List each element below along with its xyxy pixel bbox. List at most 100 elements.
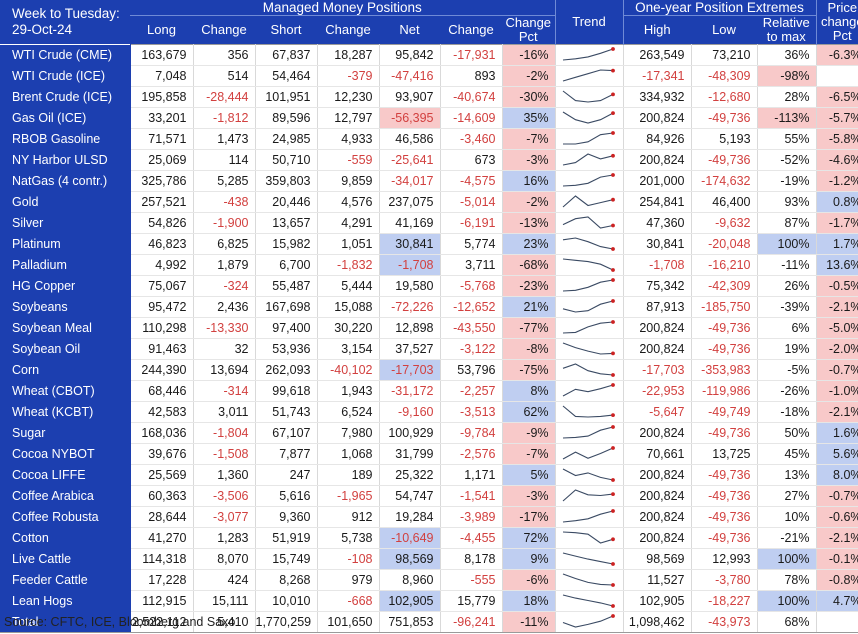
cell-trend-sparkline: [555, 527, 624, 549]
cell-trend-sparkline: [555, 422, 624, 444]
cell-net-change: -3,460: [440, 128, 503, 150]
cell-price-change-pct: -1.7%: [816, 212, 858, 234]
row-label-brent-crude-ice: Brent Crude (ICE): [0, 86, 131, 108]
cell-trend-sparkline: [555, 338, 624, 360]
sparkline-endpoint-dot: [610, 383, 615, 387]
cell-trend-sparkline: [555, 317, 624, 339]
cell-low: 13,725: [691, 443, 758, 465]
sparkline-svg: [562, 258, 615, 272]
cell-long-change: 8,070: [193, 548, 256, 570]
cell-net-change: -12,652: [440, 296, 503, 318]
sparkline-endpoint-dot: [610, 425, 615, 429]
cell-change-pct: -11%: [502, 611, 556, 633]
cell-net-change: 15,779: [440, 590, 503, 612]
cell-change-pct: -6%: [502, 569, 556, 591]
cell-relative-to-max: 100%: [757, 590, 817, 612]
cell-high: 30,841: [623, 233, 692, 255]
sparkline-endpoint-dot: [610, 351, 615, 356]
cell-relative-to-max: 36%: [757, 44, 817, 66]
table-row: WTI Crude (CME) 163,679 356 67,837 18,287 95,…: [0, 44, 858, 66]
cell-price-change-pct: -1.0%: [816, 380, 858, 402]
cell-net-change: -43,550: [440, 317, 503, 339]
row-label-corn: Corn: [0, 359, 131, 381]
cell-short-change: 4,933: [317, 128, 380, 150]
cell-low: 5,193: [691, 128, 758, 150]
source-note: Source: CFTC, ICE, Bloomberg and Saxo: [4, 615, 236, 629]
cell-long-change: -1,812: [193, 107, 256, 129]
cell-short: 8,268: [255, 569, 318, 591]
cell-high: 200,824: [623, 107, 692, 129]
cell-relative-to-max: 68%: [757, 611, 817, 633]
sparkline-svg: [562, 111, 615, 124]
cell-low: -49,736: [691, 527, 758, 549]
cell-low: -119,986: [691, 380, 758, 402]
cell-trend-sparkline: [555, 296, 624, 318]
cell-price-change-pct: -0.7%: [816, 359, 858, 381]
cell-short-change: 6,524: [317, 401, 380, 423]
header-row-groups: Week to Tuesday: 29-Oct-24 Managed Money…: [0, 0, 858, 45]
cell-trend-sparkline: [555, 65, 624, 87]
cell-trend-sparkline: [555, 212, 624, 234]
cell-relative-to-max: 45%: [757, 443, 817, 465]
cell-change-pct: -7%: [502, 443, 556, 465]
cell-long: 60,363: [130, 485, 194, 507]
cell-trend-sparkline: [555, 590, 624, 612]
cell-short-change: 18,287: [317, 44, 380, 66]
cell-short: 1,770,259: [255, 611, 318, 633]
cell-short: 13,657: [255, 212, 318, 234]
cell-short: 97,400: [255, 317, 318, 339]
sparkline-path: [562, 216, 613, 229]
cell-low: 12,993: [691, 548, 758, 570]
cell-short-change: 101,650: [317, 611, 380, 633]
sparkline-path: [562, 594, 613, 607]
cell-high: 200,824: [623, 485, 692, 507]
cell-short: 89,596: [255, 107, 318, 129]
cell-short: 51,919: [255, 527, 318, 549]
cell-change-pct: -13%: [502, 212, 556, 234]
cell-change-pct: -77%: [502, 317, 556, 339]
cell-short-change: 15,088: [317, 296, 380, 318]
cell-short-change: 9,859: [317, 170, 380, 192]
sparkline-endpoint-dot: [610, 111, 615, 115]
cell-high: 200,824: [623, 149, 692, 171]
row-label-cocoa-nybot: Cocoa NYBOT: [0, 443, 131, 465]
table-row: Cotton 41,270 1,283 51,919 5,738 -10,649 -4,45…: [0, 527, 858, 549]
cell-high: 200,824: [623, 464, 692, 486]
cell-long-change: 1,879: [193, 254, 256, 276]
cell-long-change: 514: [193, 65, 256, 87]
cell-change-pct: -75%: [502, 359, 556, 381]
cell-short-change: 1,051: [317, 233, 380, 255]
cell-long: 244,390: [130, 359, 194, 381]
cell-price-change-pct: -2.1%: [816, 401, 858, 423]
sparkline-endpoint-dot: [610, 131, 615, 135]
sparkline-svg: [562, 47, 615, 61]
cell-net-change: -2,257: [440, 380, 503, 402]
cell-change-pct: -30%: [502, 86, 556, 108]
column-header-net: Net: [379, 15, 440, 45]
sparkline-path: [562, 69, 613, 82]
cell-long: 28,644: [130, 506, 194, 528]
cell-trend-sparkline: [555, 464, 624, 486]
table-row: Feeder Cattle 17,228 424 8,268 979 8,960 -555-…: [0, 569, 858, 591]
cell-price-change-pct: [816, 65, 858, 87]
cell-short: 99,618: [255, 380, 318, 402]
sparkline-path: [562, 552, 613, 565]
cell-relative-to-max: 100%: [757, 233, 817, 255]
cell-relative-to-max: 26%: [757, 275, 817, 297]
row-label-hg-copper: HG Copper: [0, 275, 131, 297]
sparkline-svg: [562, 195, 615, 208]
cell-net-change: -17,931: [440, 44, 503, 66]
column-header-long-change: Change: [193, 15, 255, 45]
cell-net-change: -14,609: [440, 107, 503, 129]
cell-long-change: 3,011: [193, 401, 256, 423]
cell-net-change: 1,171: [440, 464, 503, 486]
cell-short: 10,010: [255, 590, 318, 612]
cell-relative-to-max: 19%: [757, 338, 817, 360]
cell-long: 39,676: [130, 443, 194, 465]
sparkline-svg: [562, 363, 615, 377]
cell-price-change-pct: [816, 611, 858, 633]
cell-long: 33,201: [130, 107, 194, 129]
cell-net: 37,527: [379, 338, 441, 360]
cell-long-change: -3,506: [193, 485, 256, 507]
cell-change-pct: 9%: [502, 548, 556, 570]
